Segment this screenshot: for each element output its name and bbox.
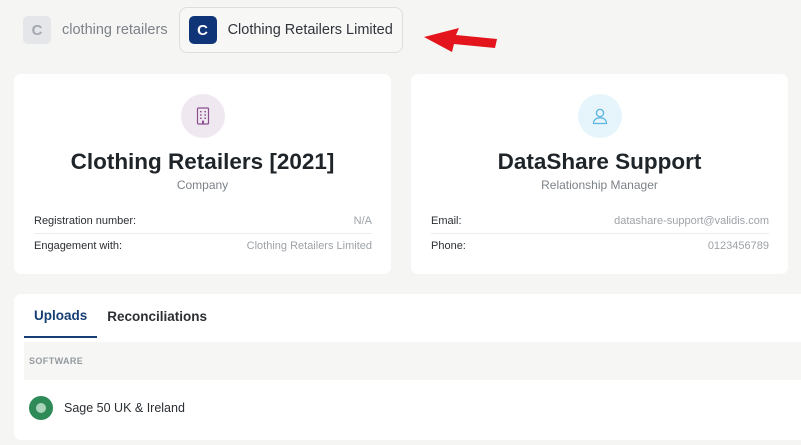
company-details: Registration number: N/A Engagement with… (34, 208, 372, 258)
company-title: Clothing Retailers [2021] (70, 149, 335, 174)
manager-role: Relationship Manager (541, 178, 658, 192)
relationship-manager-card: DataShare Support Relationship Manager E… (411, 74, 788, 274)
status-indicator-icon (29, 396, 53, 420)
detail-label: Engagement with: (34, 240, 123, 252)
manager-details: Email: datashare-support@validis.com Pho… (431, 208, 769, 258)
company-card: Clothing Retailers [2021] Company Regist… (14, 74, 391, 274)
uploads-panel: Uploads Reconciliations SOFTWARE Sage 50… (14, 294, 801, 440)
detail-label: Registration number: (34, 214, 137, 227)
detail-value: Clothing Retailers Limited (246, 240, 372, 252)
detail-label: Email: (431, 214, 462, 227)
entity-chip-clothing-retailers[interactable]: C clothing retailers (14, 7, 177, 53)
table-row[interactable]: Sage 50 UK & Ireland (29, 394, 801, 422)
entity-chip-clothing-retailers-limited[interactable]: C Clothing Retailers Limited (178, 7, 403, 53)
detail-value: datashare-support@validis.com (614, 214, 769, 227)
entity-initial-badge: C (23, 16, 51, 44)
building-icon (196, 107, 209, 125)
detail-row-email: Email: datashare-support@validis.com (431, 208, 769, 233)
software-name: Sage 50 UK & Ireland (64, 401, 185, 415)
detail-row-registration: Registration number: N/A (34, 208, 372, 233)
entity-name: Clothing Retailers Limited (227, 22, 393, 38)
entity-switcher: C clothing retailers C Clothing Retailer… (14, 7, 403, 53)
tab-reconciliations[interactable]: Reconciliations (97, 294, 217, 338)
tab-uploads[interactable]: Uploads (24, 294, 98, 338)
detail-label: Phone: (431, 240, 466, 252)
manager-avatar (577, 94, 622, 138)
detail-value: N/A (353, 214, 372, 227)
red-arrow-icon (424, 28, 497, 52)
table-header: SOFTWARE (24, 342, 801, 380)
detail-row-phone: Phone: 0123456789 (431, 233, 769, 258)
entity-initial-badge: C (188, 16, 217, 44)
entity-name: clothing retailers (62, 22, 168, 38)
detail-row-engagement: Engagement with: Clothing Retailers Limi… (34, 233, 372, 258)
column-header-software: SOFTWARE (29, 356, 84, 366)
company-type: Company (176, 178, 229, 192)
user-icon (592, 108, 607, 125)
tab-bar: Uploads Reconciliations (24, 294, 217, 338)
company-avatar (180, 94, 225, 138)
detail-value: 0123456789 (707, 240, 769, 252)
manager-name: DataShare Support (497, 149, 702, 174)
